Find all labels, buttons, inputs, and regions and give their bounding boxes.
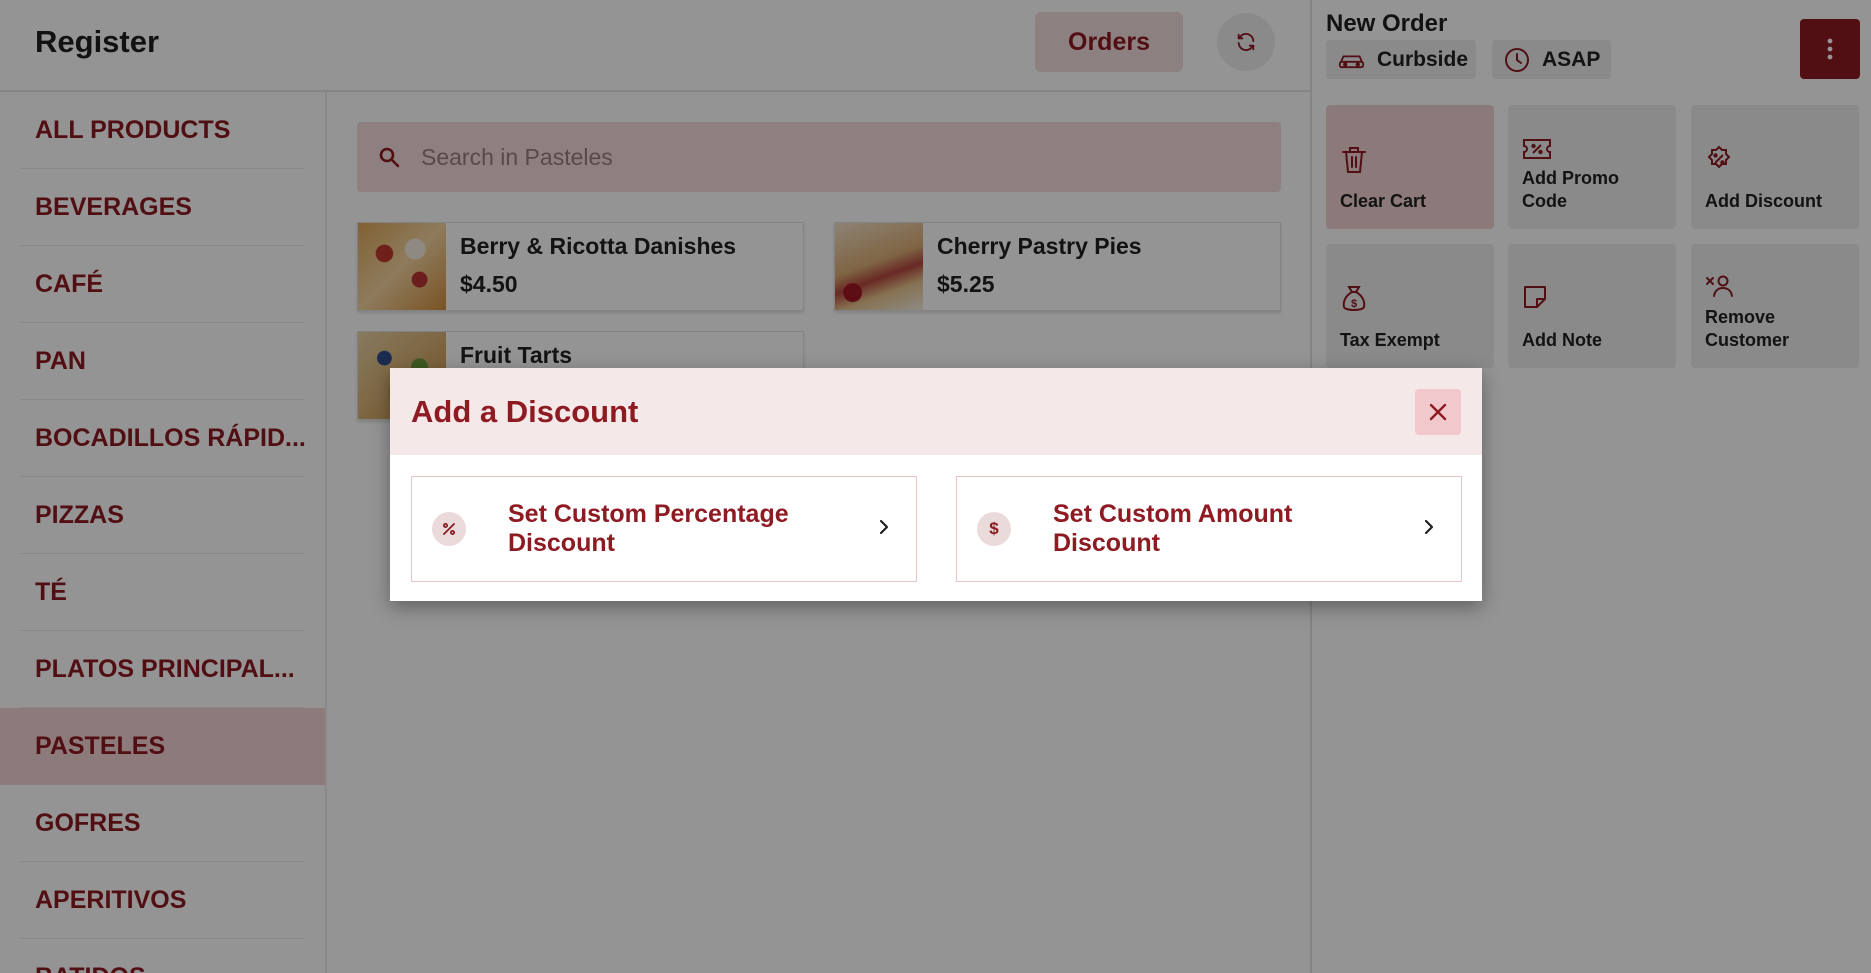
option-label: Set Custom Percentage Discount	[508, 500, 789, 557]
close-button[interactable]	[1415, 389, 1461, 435]
percent-icon	[432, 512, 466, 546]
option-label: Set Custom Amount Discount	[1053, 500, 1293, 557]
custom-amount-discount-option[interactable]: $ Set Custom Amount Discount	[956, 476, 1462, 582]
chevron-right-icon	[1424, 519, 1434, 535]
dialog-title: Add a Discount	[411, 394, 639, 429]
add-discount-dialog: Add a Discount Set Custom Percentage Dis…	[390, 368, 1482, 601]
chevron-right-icon	[879, 519, 889, 535]
custom-percentage-discount-option[interactable]: Set Custom Percentage Discount	[411, 476, 917, 582]
dialog-header: Add a Discount	[390, 368, 1482, 455]
dollar-icon: $	[977, 512, 1011, 546]
close-icon	[1429, 403, 1447, 421]
